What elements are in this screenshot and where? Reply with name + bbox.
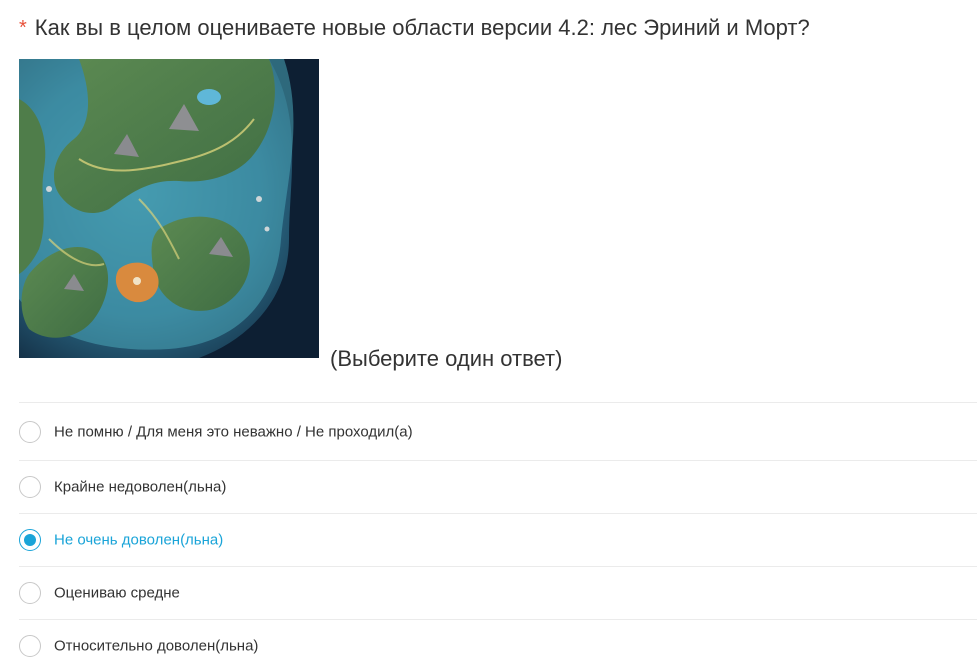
option-label: Крайне недоволен(льна) <box>54 478 227 496</box>
radio-button[interactable] <box>19 529 41 551</box>
required-mark: * <box>19 17 27 39</box>
radio-button[interactable] <box>19 635 41 657</box>
option-label: Не помню / Для меня это неважно / Не про… <box>54 423 413 440</box>
radio-button[interactable] <box>19 476 41 498</box>
option-label: Оцениваю средне <box>54 584 180 602</box>
radio-button[interactable] <box>19 582 41 604</box>
game-map-image <box>19 59 319 358</box>
survey-question: * Как вы в целом оцениваете новые области… <box>0 0 977 670</box>
option-2[interactable]: Не очень доволен(льна) <box>19 513 977 566</box>
option-3[interactable]: Оцениваю средне <box>19 566 977 619</box>
option-4[interactable]: Относительно доволен(льна) <box>19 619 977 670</box>
option-label: Не очень доволен(льна) <box>54 531 224 549</box>
question-title: * Как вы в целом оцениваете новые области… <box>19 13 810 44</box>
option-0[interactable]: Не помню / Для меня это неважно / Не про… <box>19 402 977 460</box>
answer-hint: (Выберите один ответ) <box>330 346 563 371</box>
option-label: Относительно доволен(льна) <box>54 637 259 655</box>
question-text: Как вы в целом оцениваете новые области … <box>34 15 810 40</box>
radio-button[interactable] <box>19 420 41 443</box>
option-1[interactable]: Крайне недоволен(льна) <box>19 460 977 513</box>
answer-options: Не помню / Для меня это неважно / Не про… <box>19 402 977 670</box>
